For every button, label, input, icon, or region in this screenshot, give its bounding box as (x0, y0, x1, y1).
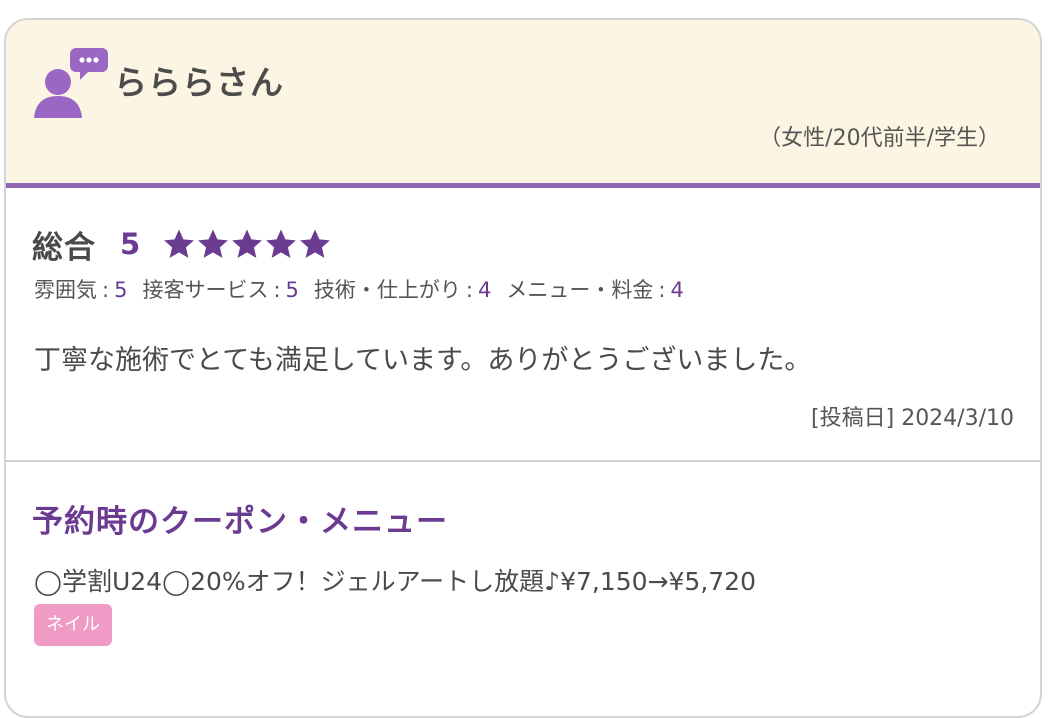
user-comment-icon (32, 46, 108, 120)
reviewer-name: らららさん (114, 63, 284, 102)
sub-rating-label: メニュー・料金 (506, 278, 654, 302)
overall-rating: 総合 5 (32, 222, 332, 266)
star-icon (298, 227, 332, 261)
coupon-title: 予約時のクーポン・メニュー (32, 504, 448, 540)
sub-rating-separator: : (658, 278, 666, 302)
sub-ratings: 雰囲気:5 接客サービス:5 技術・仕上がり:4 メニュー・料金:4 (34, 274, 699, 304)
overall-score: 5 (120, 227, 141, 261)
sub-rating-label: 接客サービス (142, 278, 269, 302)
sub-rating-technique: 技術・仕上がり:4 (314, 274, 491, 304)
sub-rating-value: 5 (285, 278, 299, 302)
category-tag: ネイル (34, 604, 112, 646)
sub-rating-separator: : (273, 278, 281, 302)
sub-rating-label: 技術・仕上がり (313, 278, 461, 302)
star-icon (162, 227, 196, 261)
review-comment: 丁寧な施術でとても満足しています。ありがとうございました。 (34, 345, 812, 376)
sub-rating-separator: : (465, 278, 473, 302)
review-section: 総合 5 雰囲気:5 接客サービス:5 技術・仕上がり:4 メニュー・料金:4 … (6, 188, 1040, 462)
star-rating (162, 227, 332, 261)
coupon-section: 予約時のクーポン・メニュー ◯学割U24◯20%オフ！ジェルアートし放題♪¥7,… (6, 462, 1040, 716)
star-icon (230, 227, 264, 261)
sub-rating-service: 接客サービス:5 (142, 274, 298, 304)
sub-rating-value: 4 (670, 278, 684, 302)
post-date: [投稿日] 2024/3/10 (811, 406, 1014, 431)
reviewer-attributes: （女性/20代前半/学生） (759, 126, 1000, 151)
sub-rating-separator: : (102, 278, 110, 302)
sub-rating-label: 雰囲気 (34, 278, 97, 302)
sub-rating-menu-price: メニュー・料金:4 (506, 274, 683, 304)
sub-rating-value: 5 (114, 278, 128, 302)
reviewer-header: らららさん （女性/20代前半/学生） (6, 20, 1040, 188)
coupon-menu-link[interactable]: ◯学割U24◯20%オフ！ジェルアートし放題♪¥7,150→¥5,720 (34, 562, 756, 598)
overall-label: 総合 (32, 229, 96, 266)
star-icon (196, 227, 230, 261)
review-card: らららさん （女性/20代前半/学生） 総合 5 雰囲気:5 接客サービス:5 … (4, 18, 1042, 718)
star-icon (264, 227, 298, 261)
sub-rating-value: 4 (477, 278, 492, 302)
sub-rating-atmosphere: 雰囲気:5 (34, 274, 127, 304)
